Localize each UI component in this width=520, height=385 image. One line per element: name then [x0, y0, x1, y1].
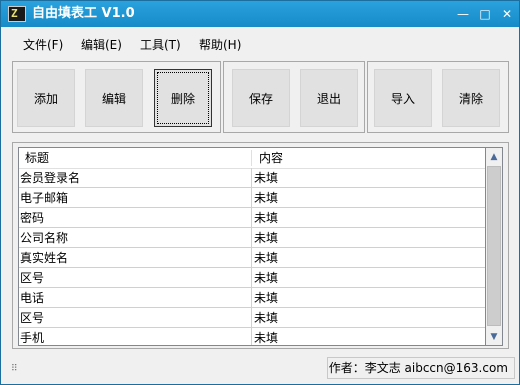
column-header-title[interactable]: 标题 [25, 148, 49, 168]
menu-edit[interactable]: 编辑(E) [81, 37, 122, 53]
status-panel: 作者：李文志 aibccn@163.com [327, 357, 515, 379]
row-content-cell[interactable]: 未填 [254, 268, 278, 288]
row-content-cell[interactable]: 未填 [254, 188, 278, 208]
row-title-cell[interactable]: 真实姓名 [20, 248, 68, 268]
exit-button[interactable]: 退出 [300, 69, 358, 127]
minimize-button[interactable]: — [453, 5, 473, 23]
add-button-label: 添加 [33, 91, 58, 106]
window-title: 自由填表工 V1.0 [32, 6, 135, 21]
row-content-cell[interactable]: 未填 [254, 308, 278, 328]
row-content-cell[interactable]: 未填 [254, 328, 278, 345]
row-title-cell[interactable]: 区号 [20, 268, 44, 288]
resize-grip-icon[interactable]: ⠿ [11, 365, 21, 377]
menu-help[interactable]: 帮助(H) [199, 37, 241, 53]
scroll-up-icon[interactable]: ▲ [486, 149, 502, 165]
row-title-cell[interactable]: 公司名称 [20, 228, 68, 248]
row-title-cell[interactable]: 密码 [20, 208, 44, 228]
table-row[interactable]: 公司名称 未填 [19, 228, 485, 248]
scroll-down-icon[interactable]: ▼ [486, 329, 502, 345]
vertical-scrollbar[interactable]: ▲ ▼ [486, 147, 503, 346]
table-row[interactable]: 真实姓名 未填 [19, 248, 485, 268]
save-button[interactable]: 保存 [232, 69, 290, 127]
exit-button-label: 退出 [316, 91, 341, 106]
row-title-cell[interactable]: 区号 [20, 308, 44, 328]
clear-button[interactable]: 清除 [442, 69, 500, 127]
column-divider[interactable] [251, 150, 252, 166]
author-credit: 作者：李文志 aibccn@163.com [328, 361, 508, 375]
import-button[interactable]: 导入 [374, 69, 432, 127]
import-button-label: 导入 [390, 91, 415, 106]
delete-button-label: 删除 [170, 91, 195, 106]
edit-button-label: 编辑 [101, 91, 126, 106]
table-row[interactable]: 区号 未填 [19, 268, 485, 288]
save-button-label: 保存 [248, 91, 273, 106]
close-button[interactable]: ✕ [497, 5, 517, 23]
row-content-cell[interactable]: 未填 [254, 248, 278, 268]
edit-button[interactable]: 编辑 [85, 69, 143, 127]
delete-button[interactable]: 删除 [154, 69, 212, 127]
grid-header: 标题 内容 [19, 148, 485, 169]
table-row[interactable]: 区号 未填 [19, 308, 485, 328]
table-row[interactable]: 电话 未填 [19, 288, 485, 308]
menu-file[interactable]: 文件(F) [23, 37, 63, 53]
row-title-cell[interactable]: 手机 [20, 328, 44, 345]
row-title-cell[interactable]: 电话 [20, 288, 44, 308]
app-logo-glyph: Z [11, 7, 18, 20]
row-content-cell[interactable]: 未填 [254, 168, 278, 188]
row-content-cell[interactable]: 未填 [254, 288, 278, 308]
row-content-cell[interactable]: 未填 [254, 208, 278, 228]
column-header-content[interactable]: 内容 [259, 148, 283, 168]
row-title-cell[interactable]: 电子邮箱 [20, 188, 68, 208]
table-row[interactable]: 密码 未填 [19, 208, 485, 228]
scrollbar-thumb[interactable] [487, 166, 501, 326]
app-window: Z 自由填表工 V1.0 — □ ✕ 文件(F) 编辑(E) 工具(T) 帮助(… [0, 0, 520, 385]
menu-bar: 文件(F) 编辑(E) 工具(T) 帮助(H) [1, 27, 519, 59]
table-row[interactable]: 手机 未填 [19, 328, 485, 345]
status-bar: ⠿ 作者：李文志 aibccn@163.com [1, 353, 519, 384]
add-button[interactable]: 添加 [17, 69, 75, 127]
row-content-cell[interactable]: 未填 [254, 228, 278, 248]
maximize-button[interactable]: □ [475, 5, 495, 23]
title-bar[interactable]: Z 自由填表工 V1.0 — □ ✕ [1, 1, 519, 27]
menu-tools[interactable]: 工具(T) [140, 37, 181, 53]
table-row[interactable]: 电子邮箱 未填 [19, 188, 485, 208]
table-row[interactable]: 会员登录名 未填 [19, 168, 485, 188]
clear-button-label: 清除 [458, 91, 483, 106]
data-grid[interactable]: 标题 内容 会员登录名 未填 电子邮箱 未填 密码 未填 公司名称 未填 真实姓名 未填 区号 未填电… [18, 147, 486, 346]
app-logo-icon: Z [8, 6, 26, 22]
row-title-cell[interactable]: 会员登录名 [20, 168, 80, 188]
